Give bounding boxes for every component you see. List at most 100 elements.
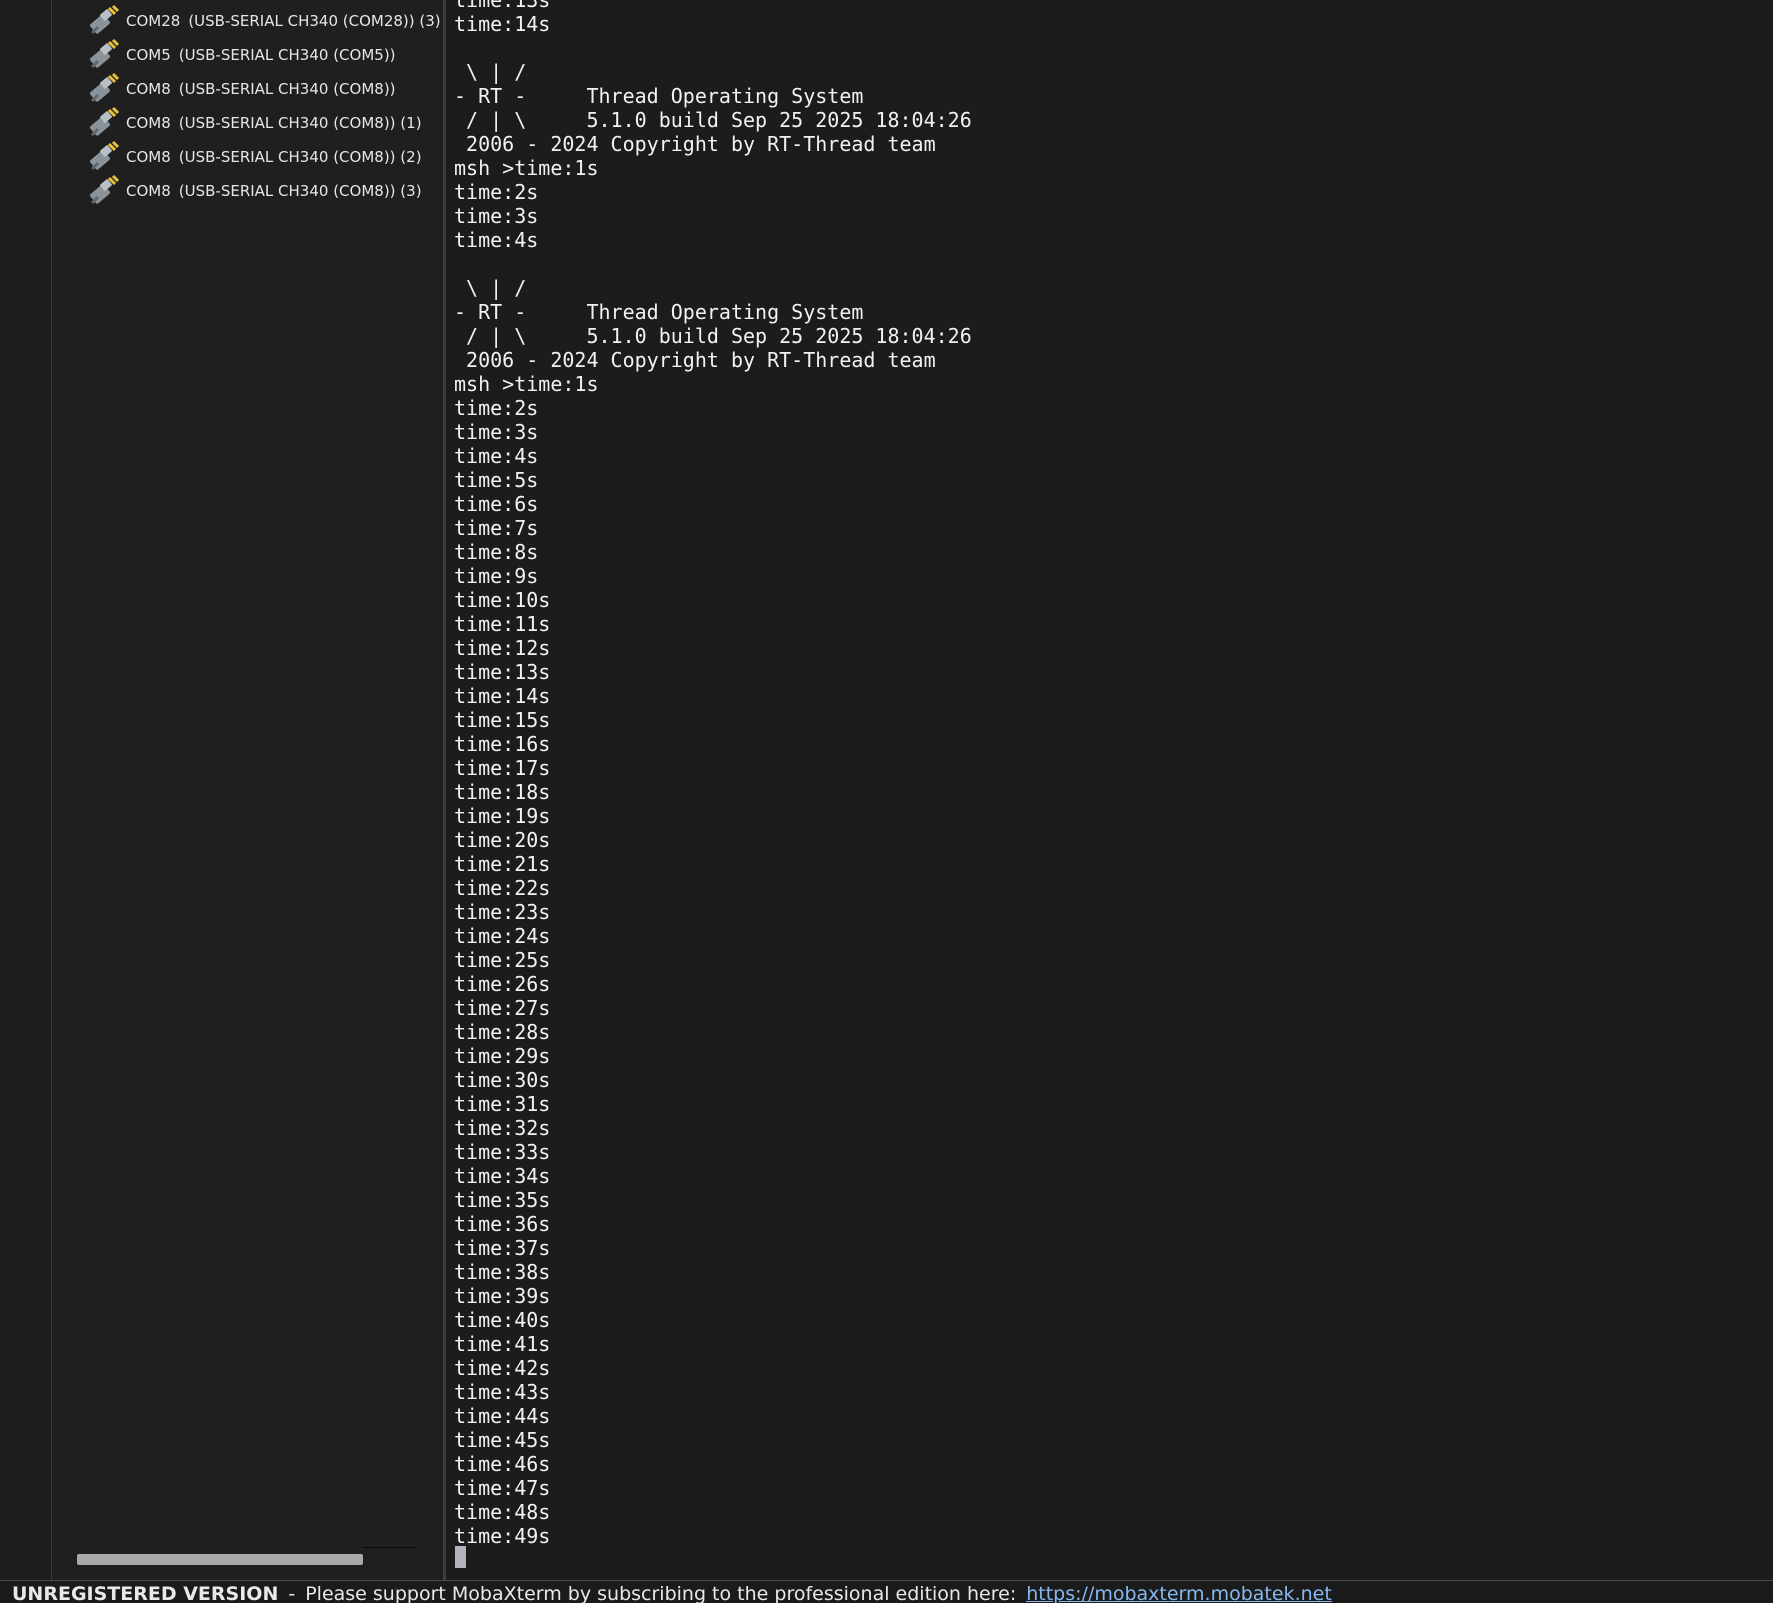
scrollbar-edge [363,1547,415,1548]
terminal-line: time:35s [454,1188,551,1212]
session-name: COM8 [126,80,171,98]
session-detail: (USB-SERIAL CH340 (COM8)) (2) [178,148,422,166]
terminal-line: time:24s [454,924,551,948]
session-name: COM28 [126,12,181,30]
session-detail: (USB-SERIAL CH340 (COM8)) (3) [178,182,422,200]
serial-plug-icon [87,174,121,208]
terminal-line: time:25s [454,948,551,972]
terminal-line: time:49s [454,1524,551,1548]
terminal-line: time:32s [454,1116,551,1140]
left-tool-strip [0,0,52,1580]
terminal-line: - RT - Thread Operating System [454,300,864,324]
terminal-line: time:4s [454,444,539,468]
terminal-line: time:26s [454,972,551,996]
terminal-output: time:13s time:14s \ | / - RT - Thread Oper… [454,0,972,1548]
terminal-line: time:45s [454,1428,551,1452]
status-separator: - [288,1583,296,1603]
serial-plug-icon [87,106,121,140]
terminal-line: time:2s [454,396,539,420]
session-detail: (USB-SERIAL CH340 (COM28)) (3) [188,12,441,30]
terminal-line: time:34s [454,1164,551,1188]
serial-plug-icon [87,4,121,38]
session-name: COM8 [126,114,171,132]
terminal-line: / | \ 5.1.0 build Sep 25 2025 18:04:26 [454,108,972,132]
terminal-line: time:18s [454,780,551,804]
mobaxterm-link[interactable]: https://mobaxterm.mobatek.net [1026,1583,1332,1603]
terminal-line: time:38s [454,1260,551,1284]
session-name: COM5 [126,46,171,64]
terminal-view[interactable]: time:13s time:14s \ | / - RT - Thread Oper… [446,0,1773,1580]
terminal-line: time:11s [454,612,551,636]
terminal-line: 2006 - 2024 Copyright by RT-Thread team [454,132,936,156]
terminal-line: time:12s [454,636,551,660]
serial-plug-icon [87,72,121,106]
terminal-line: time:42s [454,1356,551,1380]
session-item[interactable]: COM28 (USB-SERIAL CH340 (COM28)) (3) [87,4,441,38]
terminal-line: time:16s [454,732,551,756]
terminal-line: time:28s [454,1020,551,1044]
terminal-line: time:22s [454,876,551,900]
terminal-line: time:6s [454,492,539,516]
terminal-line: time:2s [454,180,539,204]
terminal-line: time:41s [454,1332,551,1356]
support-message: Please support MobaXterm by subscribing … [305,1583,1017,1603]
terminal-line: time:8s [454,540,539,564]
terminal-line: time:43s [454,1380,551,1404]
terminal-line: 2006 - 2024 Copyright by RT-Thread team [454,348,936,372]
terminal-line: msh >time:1s [454,156,599,180]
terminal-line: time:37s [454,1236,551,1260]
terminal-line: time:27s [454,996,551,1020]
terminal-line: time:3s [454,204,539,228]
session-item[interactable]: COM8 (USB-SERIAL CH340 (COM8)) [87,72,437,106]
terminal-line: time:23s [454,900,551,924]
terminal-line: time:13s [454,660,551,684]
serial-plug-icon [87,38,121,72]
session-item[interactable]: COM8 (USB-SERIAL CH340 (COM8)) (3) [87,174,437,208]
terminal-line: time:40s [454,1308,551,1332]
session-name: COM8 [126,148,171,166]
terminal-line: time:29s [454,1044,551,1068]
terminal-line: time:39s [454,1284,551,1308]
terminal-line: time:7s [454,516,539,540]
terminal-line: time:47s [454,1476,551,1500]
sessions-sidebar: COM28 (USB-SERIAL CH340 (COM28)) (3) COM5 (… [52,0,443,1580]
session-item[interactable]: COM8 (USB-SERIAL CH340 (COM8)) (2) [87,140,437,174]
terminal-line: time:33s [454,1140,551,1164]
terminal-line: \ | / [454,276,527,300]
terminal-line: time:17s [454,756,551,780]
serial-plug-icon [87,140,121,174]
terminal-line: time:46s [454,1452,551,1476]
session-detail: (USB-SERIAL CH340 (COM8)) (1) [178,114,422,132]
terminal-line: time:4s [454,228,539,252]
terminal-line: time:5s [454,468,539,492]
unregistered-label: UNREGISTERED VERSION [12,1583,279,1603]
session-item[interactable]: COM8 (USB-SERIAL CH340 (COM8)) (1) [87,106,437,140]
terminal-line: time:30s [454,1068,551,1092]
terminal-line: time:36s [454,1212,551,1236]
terminal-line: time:13s [454,0,551,12]
session-name: COM8 [126,182,171,200]
terminal-line: time:15s [454,708,551,732]
terminal-line: time:3s [454,420,539,444]
sidebar-horizontal-scrollbar[interactable] [77,1554,363,1565]
terminal-line: / | \ 5.1.0 build Sep 25 2025 18:04:26 [454,324,972,348]
terminal-line: time:20s [454,828,551,852]
terminal-line: time:14s [454,12,551,36]
terminal-line: time:14s [454,684,551,708]
status-bar: UNREGISTERED VERSION - Please support Moba… [0,1580,1773,1603]
terminal-line: time:19s [454,804,551,828]
terminal-line: time:21s [454,852,551,876]
terminal-line: time:44s [454,1404,551,1428]
terminal-line: time:48s [454,1500,551,1524]
session-item[interactable]: COM5 (USB-SERIAL CH340 (COM5)) [87,38,437,72]
session-detail: (USB-SERIAL CH340 (COM5)) [178,46,396,64]
terminal-line: msh >time:1s [454,372,599,396]
terminal-line: \ | / [454,60,527,84]
terminal-line: time:31s [454,1092,551,1116]
terminal-line: - RT - Thread Operating System [454,84,864,108]
terminal-line: time:10s [454,588,551,612]
session-detail: (USB-SERIAL CH340 (COM8)) [178,80,396,98]
terminal-cursor [455,1546,466,1568]
